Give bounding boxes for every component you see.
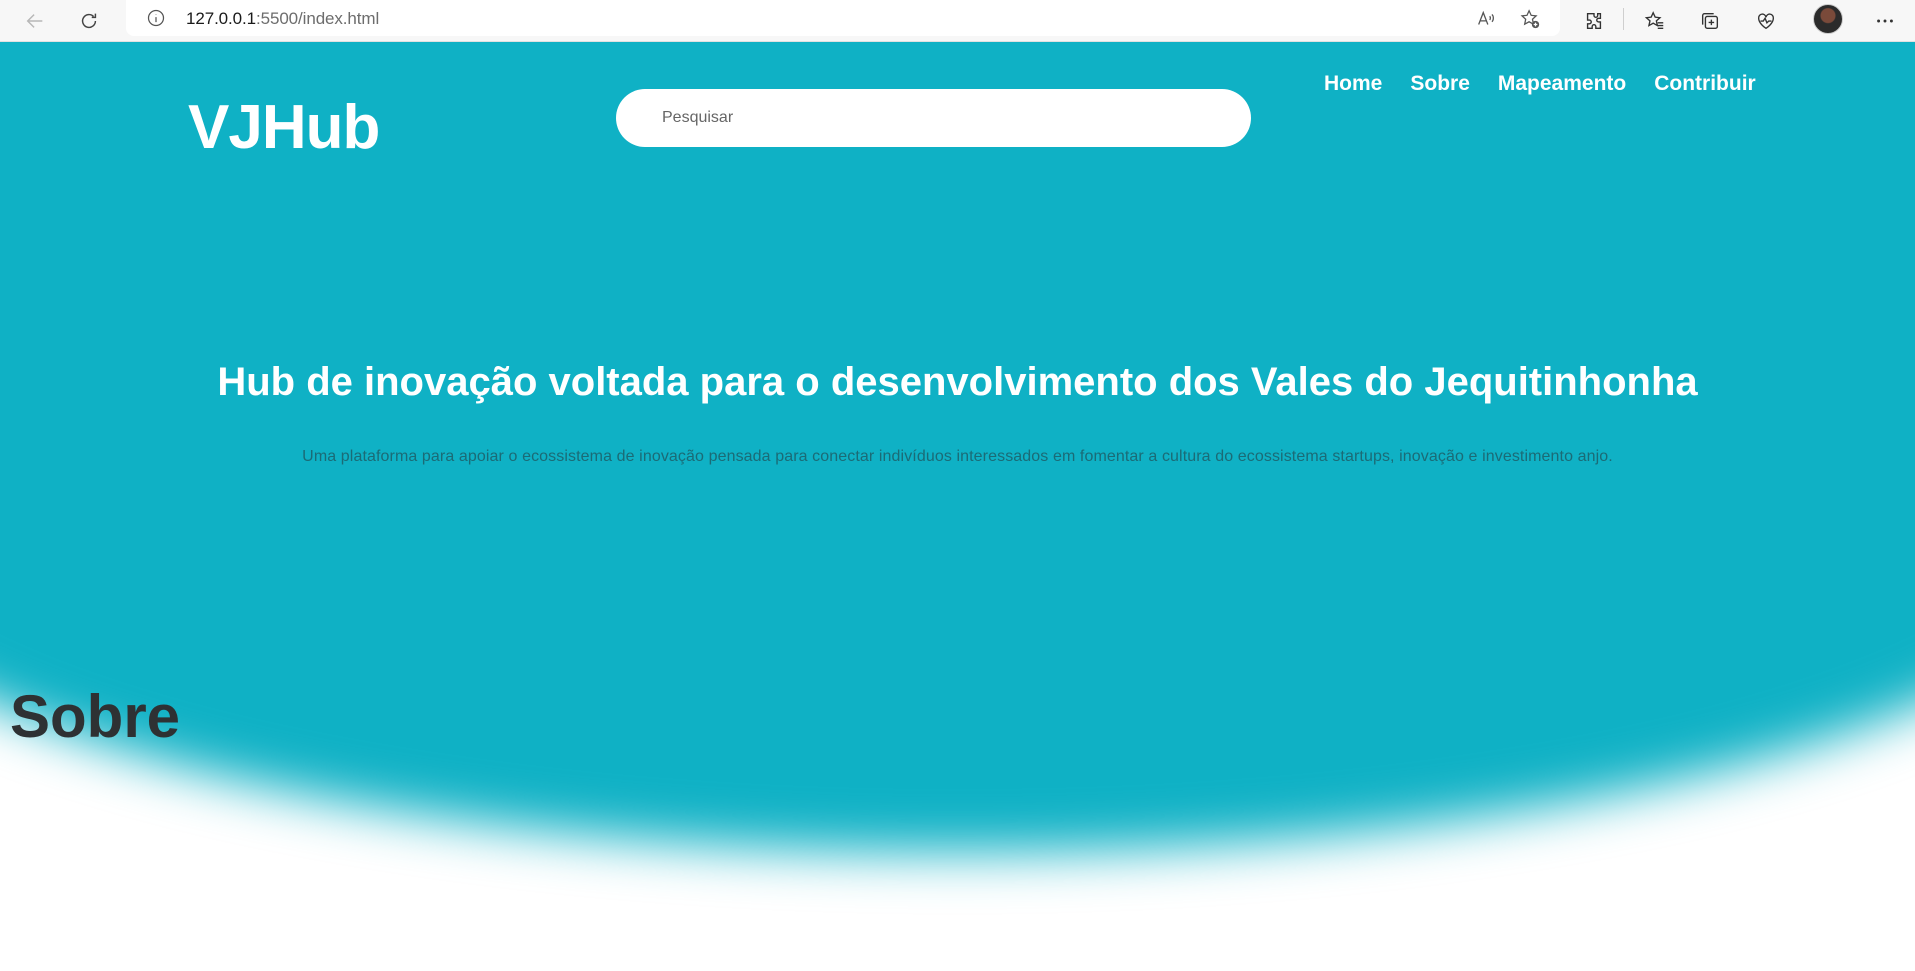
health-icon <box>1757 13 1775 30</box>
toolbar-divider <box>1623 8 1624 30</box>
hero-subtitle: Uma plataforma para apoiar o ecossistema… <box>302 448 1613 465</box>
read-aloud-button[interactable] <box>1473 6 1499 32</box>
page-content: VJHub Home Sobre Mapeamento Contribuir H… <box>0 42 1915 971</box>
address-bar[interactable]: 127.0.0.1:5500/index.html <box>126 0 1560 36</box>
nav-contribuir[interactable]: Contribuir <box>1654 72 1755 96</box>
add-favorite-icon <box>1520 9 1540 29</box>
search-input[interactable] <box>660 89 1220 147</box>
reload-button[interactable] <box>72 4 106 38</box>
add-favorite-button[interactable] <box>1517 6 1543 32</box>
read-aloud-icon <box>1478 10 1494 25</box>
nav-sobre[interactable]: Sobre <box>1410 72 1470 96</box>
nav-mapeamento[interactable]: Mapeamento <box>1498 72 1626 96</box>
collections-button[interactable] <box>1693 4 1727 38</box>
search-box[interactable] <box>616 89 1251 147</box>
nav-home[interactable]: Home <box>1324 72 1382 96</box>
reload-icon <box>81 13 97 29</box>
back-button[interactable] <box>18 4 52 38</box>
extensions-icon <box>1586 12 1602 30</box>
more-icon <box>1877 19 1893 23</box>
hero-title: Hub de inovação voltada para o desenvolv… <box>217 360 1698 404</box>
main-nav: Home Sobre Mapeamento Contribuir <box>1324 72 1756 96</box>
more-button[interactable] <box>1868 4 1902 38</box>
extensions-button[interactable] <box>1577 4 1611 38</box>
site-logo[interactable]: VJHub <box>188 92 380 163</box>
browser-toolbar: 127.0.0.1:5500/index.html <box>0 0 1915 42</box>
favorites-button[interactable] <box>1638 4 1672 38</box>
back-arrow-icon <box>26 14 43 28</box>
section-title-sobre: Sobre <box>10 683 181 750</box>
url-host: 127.0.0.1 <box>186 9 256 28</box>
profile-avatar[interactable] <box>1813 4 1843 34</box>
info-icon[interactable] <box>146 8 166 28</box>
browser-essentials-button[interactable] <box>1749 4 1783 38</box>
url-path: :5500/index.html <box>256 9 380 28</box>
url-text[interactable]: 127.0.0.1:5500/index.html <box>186 9 379 29</box>
favorites-icon <box>1644 11 1664 30</box>
collections-icon <box>1701 12 1719 30</box>
